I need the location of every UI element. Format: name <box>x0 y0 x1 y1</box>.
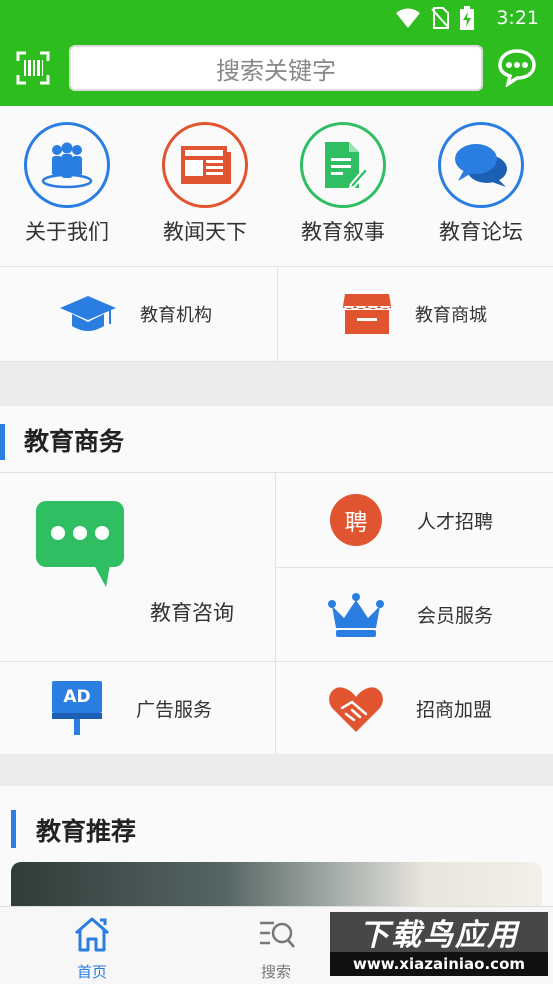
battery-charging-icon <box>460 6 474 30</box>
section-title: 教育商务 <box>24 427 125 456</box>
quick-link-label: 教闻天下 <box>163 220 247 244</box>
newspaper-icon <box>162 122 248 208</box>
franchise-tile[interactable]: 招商加盟 <box>276 662 553 755</box>
message-button[interactable] <box>497 47 537 88</box>
section-business-header: 教育商务 <box>0 406 553 472</box>
quick-link-label: 教育论坛 <box>439 220 523 244</box>
secondary-links: 教育机构 教育商城 <box>0 266 553 362</box>
wifi-icon <box>396 8 420 28</box>
chat-message-icon <box>36 501 124 587</box>
watermark-title: 下载鸟应用 <box>330 912 548 953</box>
graduation-cap-icon <box>60 296 116 331</box>
member-label: 会员服务 <box>417 605 494 627</box>
quick-link-label: 教育叙事 <box>301 220 385 244</box>
chat-bubble-icon <box>498 49 536 88</box>
ad-board-icon: AD <box>52 680 102 737</box>
section-gap <box>0 754 553 786</box>
nav-search[interactable]: 搜索 <box>231 915 321 982</box>
nav-label: 首页 <box>76 963 107 981</box>
recruit-label: 人才招聘 <box>417 510 494 533</box>
home-icon <box>75 917 109 952</box>
scan-button[interactable] <box>16 51 50 85</box>
quick-links: 关于我们 教闻天下 教育叙事 教育论坛 <box>0 106 553 266</box>
search-placeholder: 搜索关键字 <box>216 56 336 85</box>
quick-link-label: 关于我们 <box>25 220 109 244</box>
consult-label: 教育咨询 <box>150 601 234 625</box>
divider <box>277 267 278 361</box>
ads-tile[interactable]: AD 广告服务 <box>0 662 275 755</box>
status-bar: 3:21 <box>0 0 553 38</box>
section-gap <box>0 362 553 406</box>
crown-icon <box>328 592 384 637</box>
top-bar: 搜索关键字 <box>0 38 553 106</box>
ads-label: 广告服务 <box>136 699 213 721</box>
section-title: 教育推荐 <box>36 817 137 846</box>
watermark-logo: 下载鸟应用 www.xiazainiao.com <box>330 912 548 978</box>
recruit-icon-text: 聘 <box>344 510 368 536</box>
nav-home[interactable]: 首页 <box>47 915 137 982</box>
recruit-tile[interactable]: 聘 人才招聘 <box>276 473 553 567</box>
section-accent-bar <box>11 810 16 848</box>
link-mall[interactable]: 教育商城 <box>341 267 551 361</box>
quick-link-about[interactable]: 关于我们 <box>7 122 127 246</box>
recommend-banner-image[interactable] <box>11 862 542 912</box>
barcode-scan-icon <box>16 51 50 85</box>
franchise-label: 招商加盟 <box>416 699 493 721</box>
document-edit-icon <box>300 122 386 208</box>
nav-label: 搜索 <box>260 963 291 981</box>
search-input[interactable]: 搜索关键字 <box>69 45 483 91</box>
status-time: 3:21 <box>496 7 539 29</box>
business-grid: 教育咨询 聘 人才招聘 会员服务 AD 广告服务 招商加盟 <box>0 472 553 755</box>
recruit-icon: 聘 <box>330 494 382 546</box>
chat-bubbles-icon <box>438 122 524 208</box>
people-group-icon <box>24 122 110 208</box>
section-accent-bar <box>0 424 5 460</box>
storefront-icon <box>343 294 391 334</box>
ad-icon-text: AD <box>63 686 91 707</box>
link-label: 教育商城 <box>415 305 487 326</box>
status-icons <box>395 6 475 30</box>
link-institutions[interactable]: 教育机构 <box>58 267 276 361</box>
search-list-icon <box>260 921 295 948</box>
no-sim-icon <box>431 7 449 29</box>
consult-tile[interactable]: 教育咨询 <box>0 473 275 661</box>
quick-link-news[interactable]: 教闻天下 <box>145 122 265 246</box>
handshake-heart-icon <box>329 686 383 732</box>
member-tile[interactable]: 会员服务 <box>276 568 553 661</box>
quick-link-narrative[interactable]: 教育叙事 <box>283 122 403 246</box>
link-label: 教育机构 <box>140 305 212 326</box>
watermark-url: www.xiazainiao.com <box>330 952 548 976</box>
quick-link-forum[interactable]: 教育论坛 <box>421 122 541 246</box>
